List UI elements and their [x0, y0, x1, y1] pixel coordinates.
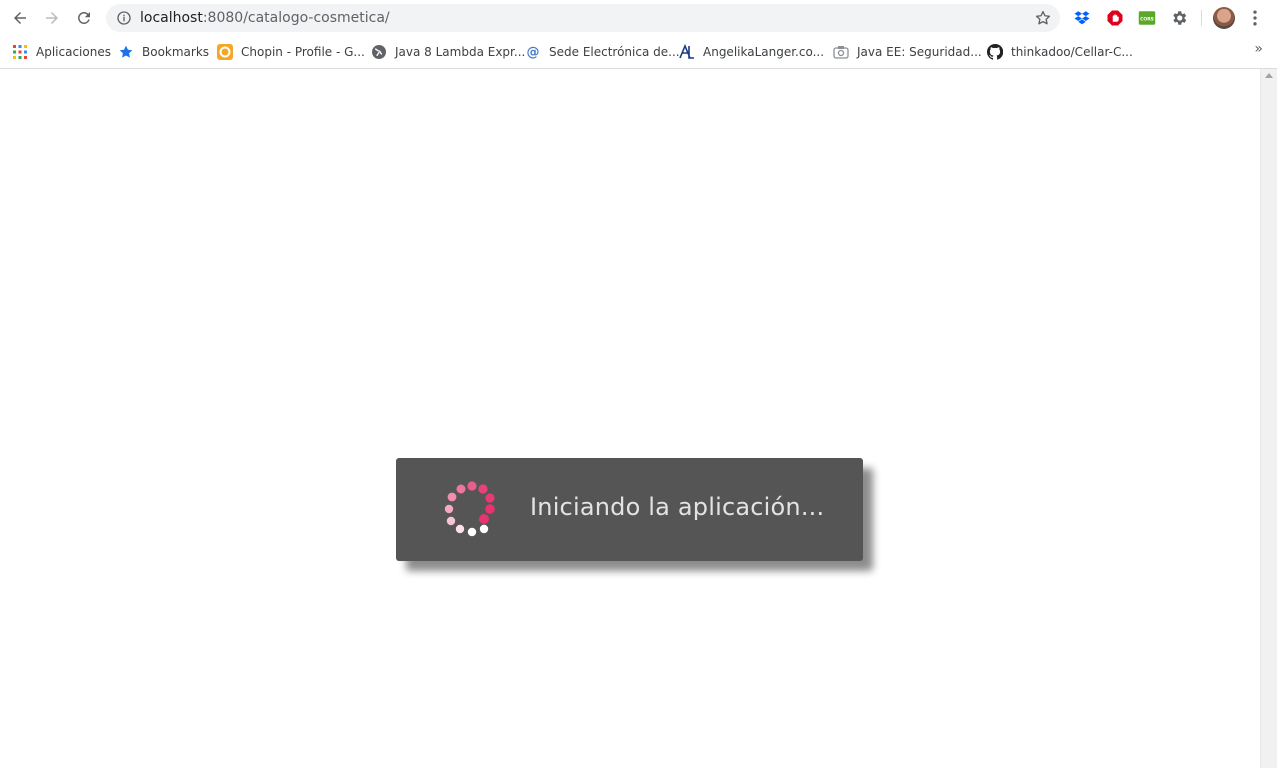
address-bar[interactable]: localhost:8080/catalogo-cosmetica/	[106, 4, 1060, 32]
page-scrollbar[interactable]	[1260, 69, 1277, 768]
spinner-dot	[479, 514, 489, 524]
spinner-dot	[467, 481, 477, 491]
bookmark-bookmarks[interactable]: Bookmarks	[118, 42, 209, 62]
url-text[interactable]: localhost:8080/catalogo-cosmetica/	[140, 10, 390, 26]
spinner-dot	[456, 484, 466, 494]
star-icon	[118, 44, 134, 60]
apps-grid-icon	[12, 44, 28, 60]
spinner-dot	[485, 493, 495, 503]
forward-button[interactable]	[40, 6, 64, 30]
loading-dialog: Iniciando la aplicación...	[396, 458, 863, 561]
spinner-dot	[447, 492, 457, 502]
spinner-dot	[446, 516, 456, 526]
globe-icon	[371, 44, 387, 60]
bookmark-sede-electronica[interactable]: @ Sede Electrónica de...	[525, 42, 680, 62]
bookmark-star-icon[interactable]	[1034, 9, 1052, 27]
browser-toolbar: localhost:8080/catalogo-cosmetica/ CORS	[0, 0, 1277, 36]
arrow-right-icon	[46, 12, 58, 24]
github-icon	[987, 44, 1003, 60]
kebab-menu-icon[interactable]	[1245, 8, 1265, 28]
cors-icon: CORS	[1138, 11, 1156, 25]
bookmark-thinkadoo[interactable]: thinkadoo/Cellar-C...	[987, 42, 1133, 62]
dropbox-extension[interactable]	[1072, 8, 1092, 28]
bookmarks-overflow-chevron[interactable]: »	[1254, 41, 1263, 57]
al-logo-icon	[679, 44, 695, 60]
bookmark-label: Bookmarks	[142, 45, 210, 59]
spinner-dot	[479, 524, 489, 534]
bookmark-angelikalanger[interactable]: AngelikaLanger.co...	[679, 42, 824, 62]
bookmark-label: Aplicaciones	[36, 45, 111, 59]
reload-button[interactable]	[72, 6, 96, 30]
at-icon: @	[526, 44, 540, 60]
spinner-dot	[455, 524, 465, 534]
adblock-extension[interactable]	[1105, 8, 1125, 28]
bookmark-chopin[interactable]: Chopin - Profile - G...	[217, 42, 365, 62]
toolbar-separator	[1201, 10, 1202, 26]
svg-text:CORS: CORS	[1140, 16, 1154, 22]
goodreads-icon	[217, 44, 233, 60]
bookmark-javaee-seguridad[interactable]: Java EE: Seguridad...	[833, 42, 982, 62]
gear-extension-icon	[1173, 11, 1187, 25]
camera-icon	[833, 44, 849, 60]
adblock-icon	[1107, 10, 1123, 26]
bookmarks-bar: Aplicaciones Bookmarks Chopin - Profile …	[0, 36, 1277, 69]
spinner-dot	[478, 484, 488, 494]
arrow-left-icon	[14, 12, 26, 24]
bookmark-label: Java 8 Lambda Expr...	[395, 45, 526, 59]
spinner-dot	[444, 504, 454, 514]
spinner-dot	[485, 504, 495, 514]
info-icon[interactable]	[116, 10, 132, 26]
profile-avatar[interactable]	[1213, 7, 1235, 29]
cors-extension[interactable]: CORS	[1137, 8, 1157, 28]
bookmark-label: Sede Electrónica de...	[549, 45, 680, 59]
bookmark-java8-lambda[interactable]: Java 8 Lambda Expr...	[371, 42, 525, 62]
back-button[interactable]	[8, 6, 32, 30]
dropbox-icon	[1074, 11, 1090, 25]
loading-spinner-icon	[444, 481, 495, 537]
spinner-dot	[467, 527, 477, 537]
scroll-up-arrow-icon[interactable]	[1265, 73, 1273, 78]
reload-icon	[78, 12, 90, 24]
bookmark-label: Chopin - Profile - G...	[241, 45, 365, 59]
bookmark-label: AngelikaLanger.co...	[703, 45, 825, 59]
settings-extension[interactable]	[1169, 8, 1189, 28]
bookmark-label: thinkadoo/Cellar-C...	[1011, 45, 1133, 59]
loading-message: Iniciando la aplicación...	[530, 493, 825, 521]
bookmark-label: Java EE: Seguridad...	[857, 45, 982, 59]
bookmark-apps[interactable]: Aplicaciones	[12, 42, 111, 62]
